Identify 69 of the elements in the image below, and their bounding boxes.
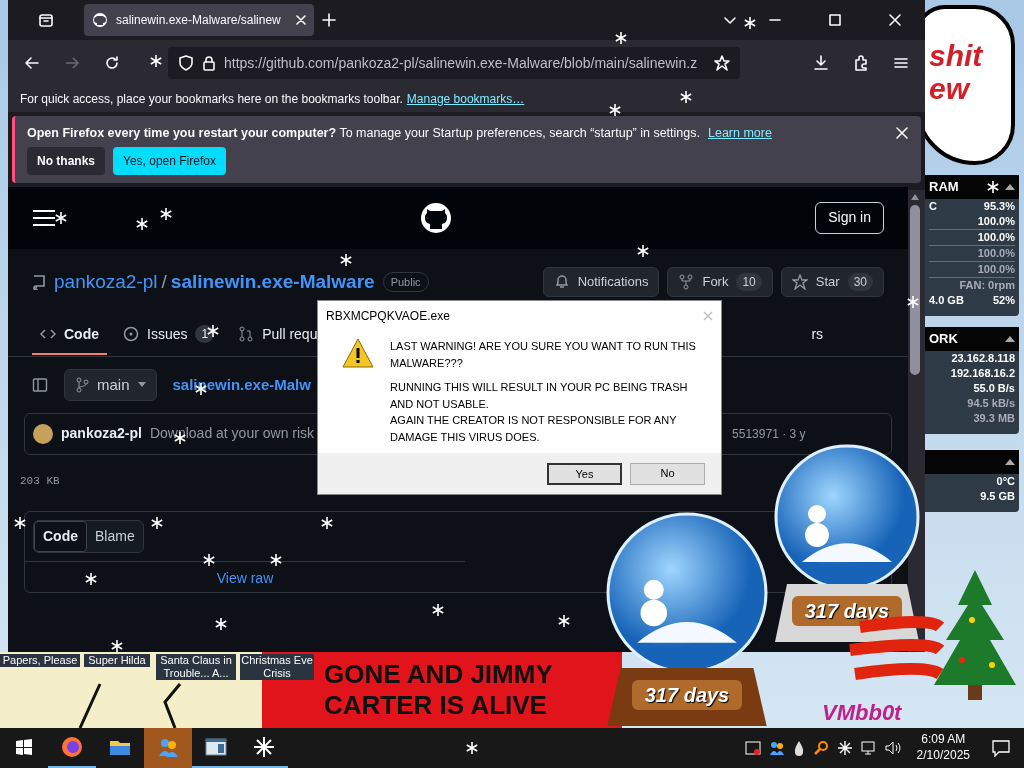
repository-link[interactable]: salinewin.exe-Malware [170,267,375,296]
repo-tab[interactable]: Pull requ [230,315,326,355]
commit-meta: 5513971 · 3 y [732,425,806,443]
gadget-value: 0°C [996,474,1015,489]
clock-date: 2/10/2025 [916,748,970,764]
gadget-value: FAN: 0rpm [959,278,1015,293]
bubble-text: shit [929,39,985,72]
repo-action-button[interactable]: Star 30 [780,266,884,297]
path-separator: / [161,269,167,294]
clock-time: 6:09 AM [921,732,966,748]
signature-text: VMbb0t [822,702,902,724]
gadget-title: ORK [929,330,958,349]
dialog-button[interactable]: No [630,462,705,485]
view-raw-link[interactable]: View raw [216,570,274,587]
commit-message[interactable]: Download at your own risk [149,423,315,445]
clock[interactable]: 6:09 AM 2/10/2025 [916,732,970,764]
notification-button[interactable]: Yes, open Firefox [113,146,226,175]
dialog-message: RUNNING THIS WILL RESULT IN YOUR PC BEING TRASH AND NOT USABLE. AGAIN THE CREATOR IS NOT RESPONSIBLE FOR ANY DAMAGE THIS VIRUS DOES. [390,380,689,445]
gadget-label: 4.0 GB [929,293,964,308]
globe-label: 317 days [632,680,742,710]
dialog-message: LAST WARNING! ARE YOU SURE YOU WANT TO RUN THIS MALWARE??? [390,339,697,371]
address-bar[interactable]: https://github.com/pankoza2-pl/salinewin.exe-Malware/blob/main/salinewin.z [168,47,740,79]
sign-in-button[interactable]: Sign in [815,201,884,234]
file-size: 203 KB [20,473,60,489]
gadget-value: 55.0 B/s [973,381,1015,396]
url-text: https://github.com/pankoza2-pl/salinewin.exe-Malware/blob/main/salinewin.z [224,53,699,73]
branch-selector[interactable]: main [64,368,157,401]
notification-button[interactable]: No thanks [27,146,105,175]
banner-text: GONE AND JIMMY [324,658,554,690]
desktop-icon-label[interactable]: Papers, Please [0,654,80,668]
gadget-value: 95.3% [983,199,1015,214]
owner-link[interactable]: pankoza2-pl [54,267,158,296]
dialog-title: RBXMCPQKVAOE.exe [326,307,450,325]
gadget-value: 100.0% [977,214,1015,229]
count-badge: 10 [736,272,762,291]
desktop-icon-label[interactable]: Super Hilda [84,654,150,668]
gadget-value: 100.0% [977,230,1015,245]
gadget-value: 100.0% [977,262,1015,277]
count-badge: 30 [847,272,873,291]
bubble-text: ew [929,72,972,105]
gadget-value: 39.3 MB [973,411,1015,426]
notification-message: Open Firefox every time you restart your computer? To manage your Startup preferences, search “startup” in settings. [27,125,700,142]
gadget-value: 23.162.8.118 [951,351,1015,366]
commit-author[interactable]: pankoza2-pl [61,423,142,445]
view-tab[interactable]: Code [34,521,87,553]
repo-tab[interactable]: rs [803,315,832,355]
gadget-value: 100.0% [977,246,1015,261]
tab-title: salinewin.exe-Malware/salinew [116,12,282,29]
manage-bookmarks-link[interactable]: Manage bookmarks… [406,90,525,108]
learn-more-link[interactable]: Learn more [708,124,772,143]
dialog-button[interactable]: Yes [547,462,622,485]
gadget-value: 94.5 kB/s [967,396,1015,411]
gadget-title: RAM [929,178,959,197]
view-tab[interactable]: Blame [87,521,143,553]
file-path-link[interactable]: salinewin.exe-Malw [172,373,311,396]
repo-action-button[interactable]: Notifications [542,266,660,297]
repo-tab[interactable]: Code [32,315,107,355]
globe-label: 317 days [792,596,902,626]
gadget-value: 52% [992,293,1015,308]
repo-action-button[interactable]: Fork 10 [667,266,773,297]
bookmarks-hint: For quick access, place your bookmarks here on the bookmarks toolbar. [20,91,403,108]
gadget-label: C [929,199,937,214]
desktop-icon-label[interactable]: Christmas Eve Crisis [240,654,314,681]
desktop-icon-label[interactable]: Santa Claus in Trouble... A... [156,654,236,681]
gadget-value: 192.168.16.2 [950,366,1015,381]
browser-tab[interactable]: salinewin.exe-Malware/salinew [84,4,314,36]
repo-tab[interactable]: Issues 1 [115,315,223,355]
banner-text: CARTER IS ALIVE [324,690,548,722]
gadget-value: 9.5 GB [980,489,1015,504]
